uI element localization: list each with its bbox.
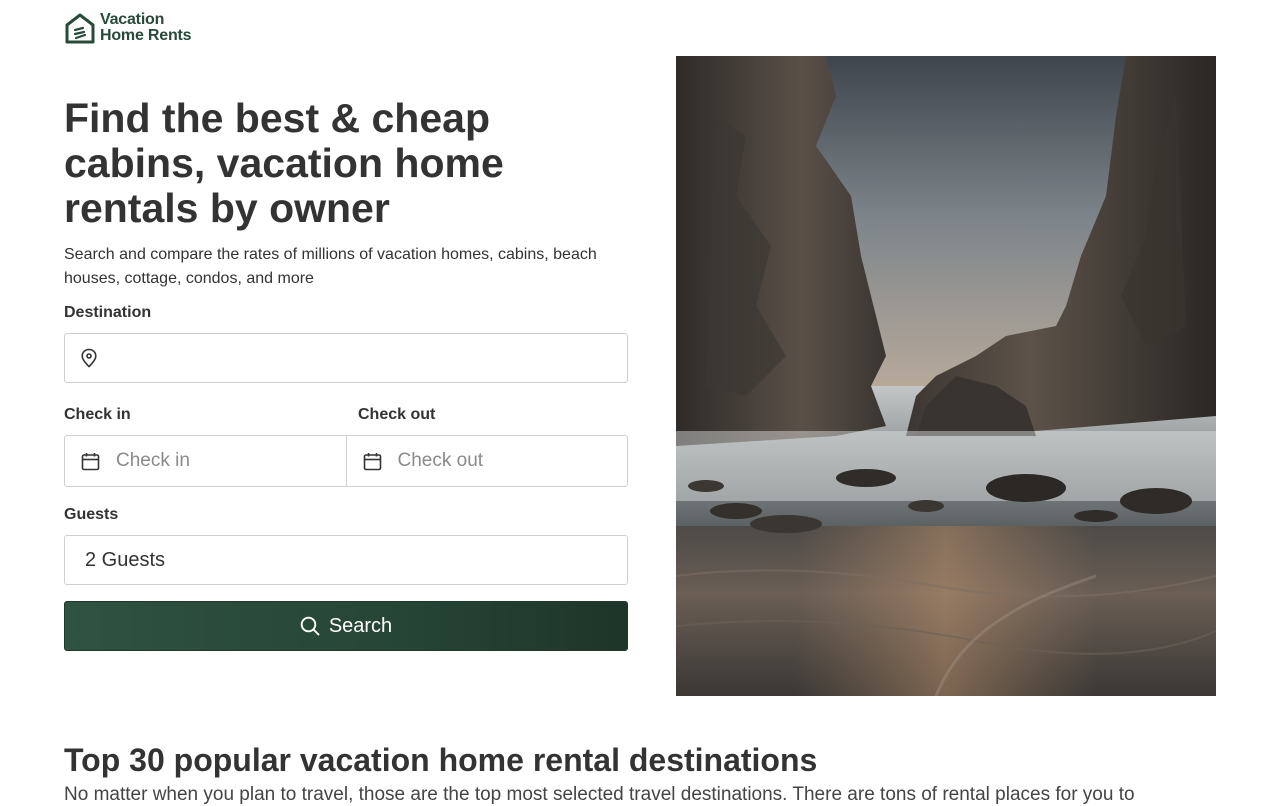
section-title: Top 30 popular vacation home rental dest…: [64, 742, 818, 778]
brand-line2: Home Rents: [100, 27, 192, 44]
hero-content: Find the best & cheap cabins, vacation h…: [64, 96, 628, 291]
checkin-input[interactable]: Check in: [65, 436, 346, 486]
brand-name: Vacation Home Rents: [100, 11, 192, 44]
checkin-placeholder: Check in: [116, 450, 190, 471]
section-description: No matter when you plan to travel, those…: [64, 784, 1135, 805]
search-icon: [300, 616, 320, 636]
checkin-label: Check in: [64, 406, 131, 423]
beach-cliffs-photo: [676, 56, 1216, 696]
checkout-placeholder: Check out: [397, 450, 484, 471]
destination-label: Destination: [64, 304, 152, 321]
guests-label: Guests: [64, 506, 119, 523]
checkout-label: Check out: [358, 406, 436, 423]
map-pin-icon: [81, 348, 97, 368]
date-range-field: Check in Check out: [64, 435, 628, 487]
calendar-icon: [81, 452, 100, 470]
checkout-input[interactable]: Check out: [345, 436, 628, 486]
hero-image: [676, 56, 1216, 696]
brand-logo[interactable]: Vacation Home Rents: [64, 11, 192, 44]
search-button-label: Search: [328, 614, 393, 637]
guests-value: 2 Guests: [85, 548, 166, 571]
hero-subtitle: Search and compare the rates of millions…: [64, 246, 597, 287]
destination-input[interactable]: [98, 334, 627, 382]
destination-field[interactable]: [64, 333, 628, 383]
brand-line1: Vacation: [100, 11, 165, 28]
guests-select[interactable]: 2 Guests: [64, 535, 628, 585]
search-button[interactable]: Search: [64, 601, 628, 651]
calendar-icon: [363, 452, 381, 470]
hero-title: Find the best & cheap cabins, vacation h…: [64, 95, 504, 231]
house-logo-icon: [65, 13, 95, 44]
